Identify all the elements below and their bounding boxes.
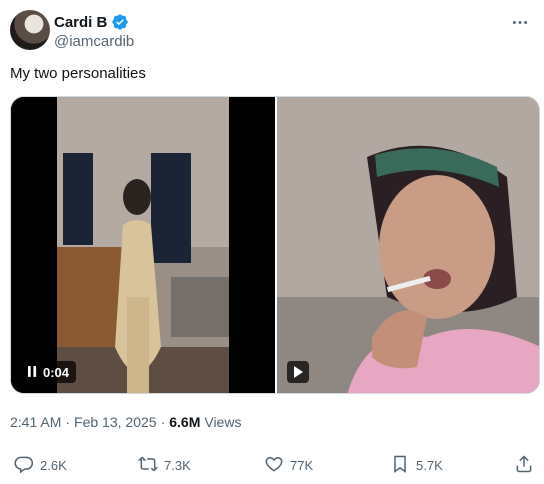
share-icon[interactable]	[514, 454, 534, 477]
views-count: 6.6M	[169, 414, 201, 430]
tweet-media[interactable]: 0:04	[10, 96, 540, 394]
bookmark-icon[interactable]	[390, 454, 410, 477]
reply-icon[interactable]	[14, 454, 34, 477]
tweet-actions: 2.6K 7.3K 77K 5.7K	[10, 454, 534, 480]
like-icon[interactable]	[264, 454, 284, 477]
reply-button[interactable]: 2.6K	[14, 454, 67, 477]
tweet-time[interactable]: 2:41 AM	[10, 414, 61, 430]
author-handle[interactable]: @iamcardib	[54, 33, 134, 50]
pause-icon[interactable]	[28, 365, 37, 380]
author-display-name[interactable]: Cardi B	[54, 14, 107, 31]
play-icon[interactable]	[287, 361, 309, 383]
right-video-frame	[277, 97, 539, 393]
tweet-header: Cardi B @iamcardib	[10, 10, 534, 50]
meta-separator: ·	[65, 414, 71, 430]
reply-count: 2.6K	[40, 458, 67, 473]
tweet-meta: 2:41 AM · Feb 13, 2025 · 6.6M Views	[10, 414, 241, 430]
bookmark-count: 5.7K	[416, 458, 443, 473]
video-timer-badge[interactable]: 0:04	[21, 361, 77, 383]
bookmark-button[interactable]: 5.7K	[390, 454, 443, 477]
tweet-date[interactable]: Feb 13, 2025	[74, 414, 157, 430]
repost-icon[interactable]	[137, 454, 159, 477]
left-video[interactable]: 0:04	[11, 97, 275, 393]
author-name-row: Cardi B	[54, 13, 129, 31]
repost-count: 7.3K	[164, 458, 191, 473]
avatar[interactable]	[10, 10, 50, 50]
tweet-text: My two personalities	[10, 65, 146, 82]
video-time: 0:04	[43, 364, 70, 380]
right-video[interactable]	[277, 97, 539, 393]
left-video-frame	[11, 97, 275, 393]
like-count: 77K	[290, 458, 314, 473]
repost-button[interactable]: 7.3K	[137, 454, 191, 477]
meta-separator-2: ·	[160, 414, 166, 430]
verified-badge-icon[interactable]	[111, 13, 129, 31]
views-label: Views	[204, 414, 242, 430]
like-button[interactable]: 77K	[264, 454, 313, 477]
share-button[interactable]	[514, 454, 534, 477]
more-icon[interactable]	[510, 12, 530, 32]
